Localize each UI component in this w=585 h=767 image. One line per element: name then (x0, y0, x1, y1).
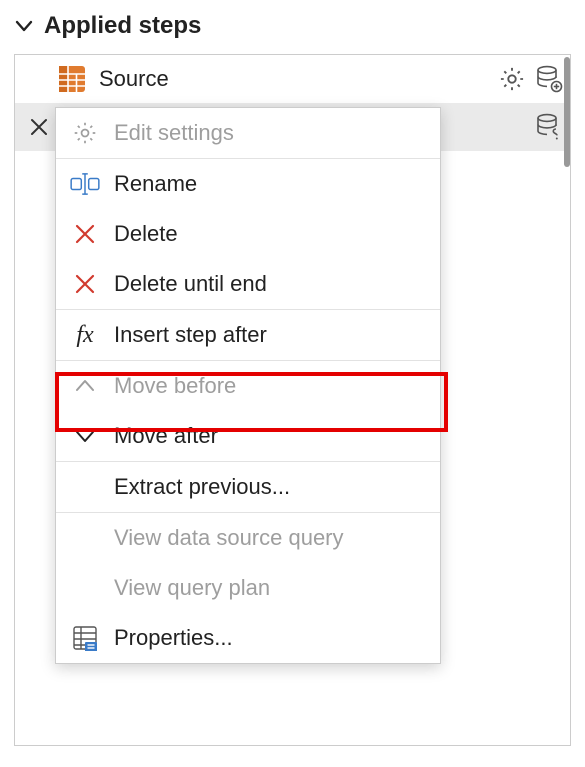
menu-move-after[interactable]: Move after (56, 411, 440, 461)
menu-label: Delete (114, 221, 178, 247)
menu-rename[interactable]: Rename (56, 159, 440, 209)
blank-icon (70, 573, 100, 603)
menu-label: View data source query (114, 525, 344, 551)
blank-icon (70, 472, 100, 502)
menu-insert-step-after[interactable]: fx Insert step after (56, 310, 440, 360)
source-step-icon (57, 64, 87, 94)
delete-step-icon[interactable] (29, 117, 49, 137)
menu-label: Extract previous... (114, 474, 290, 500)
gear-icon (70, 118, 100, 148)
menu-label: Move before (114, 373, 236, 399)
menu-delete-until-end[interactable]: Delete until end (56, 259, 440, 309)
menu-edit-settings: Edit settings (56, 108, 440, 158)
gear-icon[interactable] (498, 65, 526, 93)
menu-label: Properties... (114, 625, 233, 651)
step-label: Source (91, 66, 494, 92)
menu-delete[interactable]: Delete (56, 209, 440, 259)
menu-move-before: Move before (56, 361, 440, 411)
steps-list: Source (14, 54, 571, 746)
step-row[interactable]: Source (15, 55, 570, 103)
fx-icon: fx (70, 320, 100, 350)
menu-label: Insert step after (114, 322, 267, 348)
menu-label: View query plan (114, 575, 270, 601)
close-icon (70, 219, 100, 249)
panel-title: Applied steps (44, 12, 201, 40)
menu-properties[interactable]: Properties... (56, 613, 440, 663)
menu-view-data-source-query: View data source query (56, 513, 440, 563)
menu-label: Rename (114, 171, 197, 197)
close-icon (70, 269, 100, 299)
chevron-down-icon (14, 16, 34, 36)
applied-steps-header[interactable]: Applied steps (14, 12, 571, 40)
menu-label: Move after (114, 423, 218, 449)
database-query-icon[interactable] (534, 112, 564, 142)
scrollbar[interactable] (564, 57, 570, 167)
menu-view-query-plan: View query plan (56, 563, 440, 613)
blank-icon (70, 523, 100, 553)
chevron-up-icon (70, 371, 100, 401)
menu-extract-previous[interactable]: Extract previous... (56, 462, 440, 512)
rename-icon (70, 169, 100, 199)
context-menu: Edit settings Rename Delete (55, 107, 441, 664)
chevron-down-icon (70, 421, 100, 451)
properties-icon (70, 623, 100, 653)
database-add-icon[interactable] (534, 64, 564, 94)
menu-label: Edit settings (114, 120, 234, 146)
menu-label: Delete until end (114, 271, 267, 297)
